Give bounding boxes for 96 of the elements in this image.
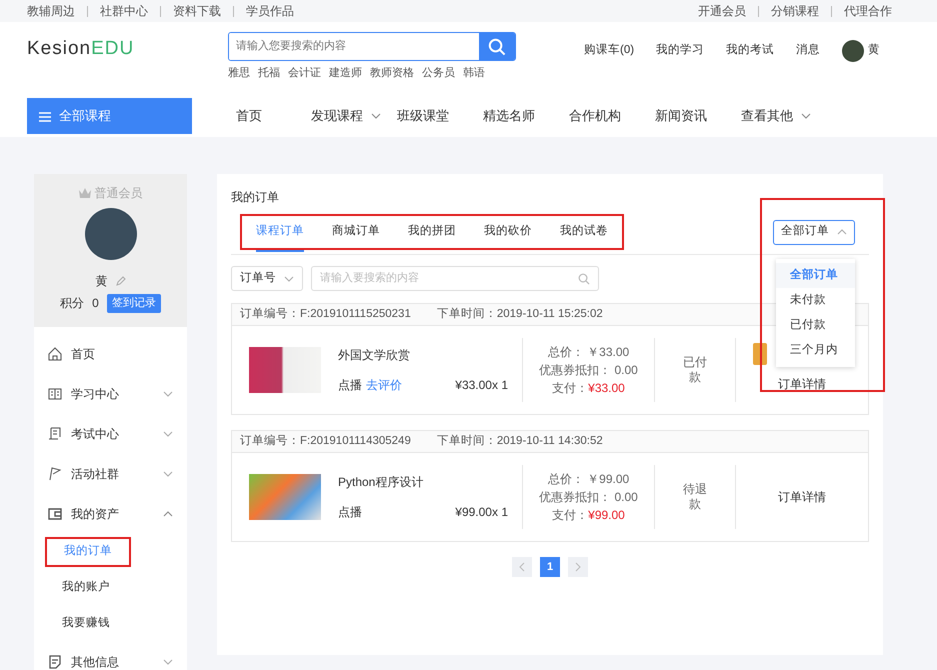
crown-icon (78, 188, 90, 198)
nav-item[interactable]: 合作机构 (569, 106, 655, 126)
order-time: 下单时间：2019-10-11 14:30:52 (436, 434, 603, 449)
sidebar-item[interactable]: 学习中心 (34, 374, 187, 414)
order-number: 订单编号：F:2019101114305249 (240, 434, 411, 449)
nav-item[interactable]: 班级课堂 (397, 106, 483, 126)
sidebar-subitem[interactable]: 我的账户 (45, 575, 127, 601)
header-link[interactable]: 我的学习 (656, 42, 704, 60)
order-detail-link[interactable]: 订单详情 (778, 488, 826, 506)
dropdown-option[interactable]: 未付款 (776, 288, 855, 313)
page-button[interactable]: 1 (540, 557, 560, 577)
tab[interactable]: 我的砍价 (470, 216, 546, 248)
search-icon (578, 272, 590, 284)
course-type: 点播 (338, 377, 362, 394)
home-icon (48, 347, 62, 361)
points-value: 0 (92, 295, 99, 312)
page-title: 我的订单 (231, 189, 280, 206)
order-time: 下单时间：2019-10-11 15:25:02 (436, 306, 603, 322)
sidebar-item[interactable]: 考试中心 (34, 414, 187, 454)
sidebar-item[interactable]: 首页 (34, 334, 187, 374)
nav-item[interactable]: 新闻资讯 (655, 106, 741, 126)
top-link[interactable]: 开通会员 (698, 2, 746, 20)
dropdown-option[interactable]: 已付款 (776, 313, 855, 338)
order-detail-link[interactable]: 订单详情 (778, 375, 826, 393)
top-link[interactable]: 资料下载 (173, 2, 221, 20)
top-link[interactable]: 代理合作 (844, 2, 892, 20)
sidebar-subitem[interactable]: 我的订单 (45, 537, 131, 567)
order-status: 已付款 (682, 355, 708, 385)
flag-icon (48, 467, 62, 481)
book-icon (48, 387, 62, 401)
tab[interactable]: 我的拼团 (394, 216, 470, 248)
user-avatar (84, 208, 136, 260)
nav-item[interactable]: 发现课程 (311, 106, 397, 126)
header-link[interactable]: 购课车(0) (584, 42, 634, 60)
menu-icon (39, 112, 51, 122)
top-link[interactable]: 学员作品 (246, 2, 294, 20)
search-icon (488, 38, 506, 56)
hot-tag-link[interactable]: 建造师 (329, 65, 362, 82)
chevron-left-icon (519, 562, 525, 572)
dropdown-option[interactable]: 三个月内 (776, 338, 855, 363)
hot-tag-link[interactable]: 韩语 (463, 65, 485, 82)
search-button[interactable] (479, 33, 515, 60)
header-link[interactable]: 消息 (796, 42, 820, 60)
wallet-icon (48, 507, 62, 521)
unit-price: ¥33.00x 1 (455, 377, 508, 394)
unit-price: ¥99.00x 1 (455, 504, 508, 521)
member-level: 普通会员 (94, 185, 142, 202)
hot-tag-link[interactable]: 教师资格 (370, 65, 414, 82)
hot-tag-link[interactable]: 雅思 (228, 65, 250, 82)
hot-tag-link[interactable]: 公务员 (422, 65, 455, 82)
total-price: 总价： ￥99.00 (548, 471, 630, 488)
chevron-down-icon (801, 113, 811, 119)
tab[interactable]: 我的试卷 (546, 216, 622, 248)
top-link[interactable]: 教辅周边 (27, 2, 75, 20)
points-label: 积分 (60, 295, 84, 312)
scroll-icon (48, 427, 62, 441)
pencil-icon (116, 276, 126, 286)
chevron-right-icon (575, 562, 581, 572)
coupon-discount: 优惠券抵扣： 0.00 (539, 362, 638, 379)
course-title[interactable]: 外国文学欣赏 (338, 346, 508, 364)
user-name: 黄 (96, 273, 108, 290)
course-type: 点播 (338, 504, 362, 521)
all-courses-button[interactable]: 全部课程 (27, 98, 192, 134)
user-name[interactable]: 黄 (868, 42, 880, 60)
chevron-down-icon (371, 113, 381, 119)
hot-tag-link[interactable]: 会计证 (288, 65, 321, 82)
photo-placeholder (249, 474, 321, 520)
order-filter-dropdown[interactable]: 全部订单 (773, 220, 855, 244)
nav-item[interactable]: 查看其他 (741, 106, 827, 126)
hot-tag-link[interactable]: 托福 (258, 65, 280, 82)
sidebar-subitem[interactable]: 我要赚钱 (45, 611, 127, 637)
checkin-button[interactable]: 签到记录 (106, 294, 161, 312)
course-title[interactable]: Python程序设计 (338, 473, 508, 491)
search-type-select[interactable]: 订单号 (231, 266, 303, 291)
paid-amount: 支付：¥33.00 (552, 380, 625, 397)
nav-item[interactable]: 首页 (236, 106, 311, 126)
order-status: 待退款 (682, 482, 708, 512)
coupon-discount: 优惠券抵扣： 0.00 (539, 489, 638, 506)
total-price: 总价： ￥33.00 (548, 344, 630, 361)
photo-placeholder (249, 347, 321, 393)
chevron-down-icon (284, 276, 294, 282)
top-link[interactable]: 分销课程 (771, 2, 819, 20)
top-link[interactable]: 社群中心 (100, 2, 148, 20)
note-icon (48, 655, 62, 669)
sidebar-item[interactable]: 活动社群 (34, 454, 187, 494)
sidebar-item[interactable]: 我的资产 (34, 494, 187, 534)
header-link[interactable]: 我的考试 (726, 42, 774, 60)
search-field[interactable]: 请输入您要搜索的内容 (228, 32, 516, 61)
sidebar-item[interactable]: 其他信息 (34, 642, 187, 670)
paid-amount: 支付：¥99.00 (552, 507, 625, 524)
order-number: 订单编号：F:2019101115250231 (240, 306, 411, 322)
nav-item[interactable]: 精选名师 (483, 106, 569, 126)
review-link[interactable]: 去评价 (366, 376, 402, 394)
user-avatar[interactable] (842, 40, 864, 62)
site-logo[interactable]: KesionEDU (27, 35, 228, 59)
tab[interactable]: 商城订单 (318, 216, 394, 248)
